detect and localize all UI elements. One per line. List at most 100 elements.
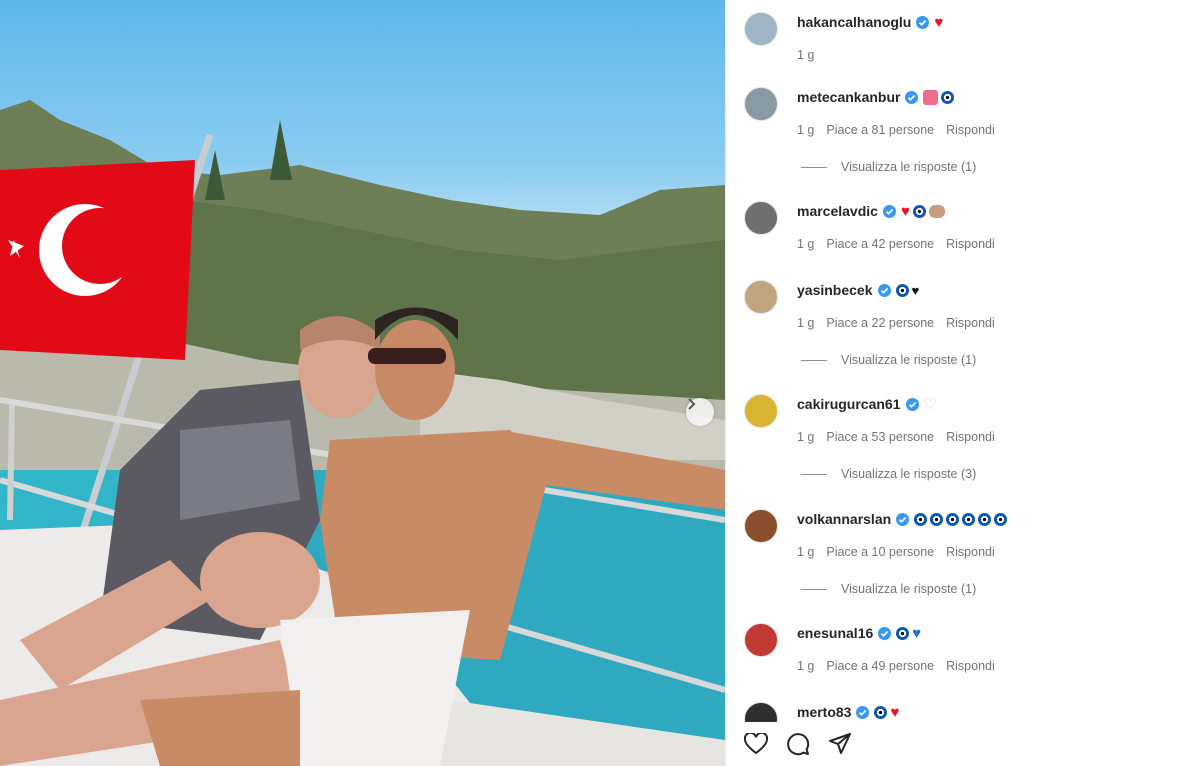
username[interactable]: marcelavdic [797, 203, 878, 219]
view-replies-button[interactable]: Visualizza le risposte (1) [801, 353, 976, 367]
avatar[interactable] [744, 280, 778, 314]
verified-badge-icon [905, 90, 919, 104]
username[interactable]: hakancalhanoglu [797, 14, 911, 30]
username[interactable]: metecankanbur [797, 89, 900, 105]
comment-text: ♥ [896, 626, 921, 641]
likes-count[interactable]: Piace a 81 persone [826, 123, 934, 137]
verified-badge-icon [856, 705, 870, 719]
username[interactable]: yasinbecek [797, 282, 873, 298]
comment-meta: 1 g Piace a 81 persone Rispondi [797, 123, 995, 137]
comment-text: ♡ [924, 397, 937, 412]
post-photo [0, 0, 725, 766]
timestamp[interactable]: 1 g [797, 545, 814, 559]
avatar[interactable] [744, 394, 778, 428]
timestamp[interactable]: 1 g [797, 48, 814, 62]
evil-eye-icon [896, 626, 910, 640]
carousel-next-button[interactable] [686, 398, 714, 426]
comment-icon [787, 733, 810, 756]
timestamp[interactable]: 1 g [797, 430, 814, 444]
reply-button[interactable]: Rispondi [946, 316, 995, 330]
evil-eye-icon [941, 90, 955, 104]
comment-text: ♥ [901, 204, 945, 219]
divider [801, 473, 827, 475]
verified-badge-icon [877, 283, 891, 297]
avatar[interactable] [744, 12, 778, 46]
red-heart-icon: ♥ [934, 13, 944, 31]
comment-line: enesunal16 ♥ [797, 625, 921, 641]
timestamp[interactable]: 1 g [797, 659, 814, 673]
comment-item: metecankanbur 1 g Piace a 81 persone Ris… [744, 87, 1189, 187]
avatar[interactable] [744, 623, 778, 657]
red-heart-icon: ♥ [890, 703, 900, 721]
white-heart-icon: ♡ [923, 395, 937, 413]
avatar[interactable] [744, 201, 778, 235]
caption-meta: 1 g [797, 48, 814, 62]
comment-meta: 1 g Piace a 42 persone Rispondi [797, 237, 995, 251]
comment-item: marcelavdic ♥ 1 g Piace a 42 persone Ris… [744, 201, 1189, 261]
like-button[interactable] [744, 733, 768, 755]
evil-eye-icon [994, 512, 1008, 526]
reply-button[interactable]: Rispondi [946, 237, 995, 251]
black-heart-icon: ♥ [911, 282, 920, 298]
comment-text [923, 89, 955, 105]
caption-text: ♥ [934, 15, 943, 30]
view-replies-button[interactable]: Visualizza le risposte (1) [801, 582, 976, 596]
username[interactable]: cakirugurcan61 [797, 396, 901, 412]
view-replies-label: Visualizza le risposte (1) [841, 353, 977, 367]
comment-line: volkannarslan [797, 511, 1008, 527]
comment-item: merto83 ♥ [744, 702, 1189, 722]
view-replies-label: Visualizza le risposte (3) [841, 467, 977, 481]
divider [801, 166, 827, 168]
reply-button[interactable]: Rispondi [946, 659, 995, 673]
verified-badge-icon [896, 512, 910, 526]
timestamp[interactable]: 1 g [797, 316, 814, 330]
photo-scene [0, 100, 725, 766]
caption-line: hakancalhanoglu ♥ [797, 14, 943, 30]
comment-line: marcelavdic ♥ [797, 203, 945, 219]
evil-eye-icon [914, 512, 928, 526]
likes-count[interactable]: Piace a 53 persone [826, 430, 934, 444]
evil-eye-icon [874, 705, 888, 719]
username[interactable]: merto83 [797, 704, 851, 720]
comments-panel: hakancalhanoglu ♥ 1 g metecankanbur 1 g [725, 0, 1200, 766]
evil-eye-icon [946, 512, 960, 526]
likes-count[interactable]: Piace a 42 persone [826, 237, 934, 251]
post-actions-bar [726, 722, 1200, 766]
evil-eye-icon [930, 512, 944, 526]
red-heart-icon: ♥ [900, 202, 910, 220]
evil-eye-icon [962, 512, 976, 526]
likes-count[interactable]: Piace a 49 persone [826, 659, 934, 673]
avatar[interactable] [744, 87, 778, 121]
likes-count[interactable]: Piace a 10 persone [826, 545, 934, 559]
comment-meta: 1 g Piace a 10 persone Rispondi [797, 545, 995, 559]
comment-text: ♥ [895, 282, 920, 298]
comment-text [914, 512, 1008, 526]
comment-item: volkannarslan 1 g Piace a 10 persone Ris… [744, 509, 1189, 609]
evil-eye-icon [912, 204, 926, 218]
likes-count[interactable]: Piace a 22 persone [826, 316, 934, 330]
heart-ribbon-icon [923, 89, 939, 105]
username[interactable]: enesunal16 [797, 625, 873, 641]
comment-button[interactable] [786, 732, 810, 756]
reply-button[interactable]: Rispondi [946, 430, 995, 444]
timestamp[interactable]: 1 g [797, 123, 814, 137]
comment-item: yasinbecek ♥ 1 g Piace a 22 persone Risp… [744, 280, 1189, 380]
username[interactable]: volkannarslan [797, 511, 891, 527]
reply-button[interactable]: Rispondi [946, 123, 995, 137]
view-replies-button[interactable]: Visualizza le risposte (1) [801, 160, 976, 174]
view-replies-label: Visualizza le risposte (1) [841, 582, 977, 596]
comments-list: hakancalhanoglu ♥ 1 g metecankanbur 1 g [726, 0, 1200, 722]
comment-meta: 1 g Piace a 22 persone Rispondi [797, 316, 995, 330]
chevron-right-icon [688, 398, 696, 410]
post-caption: hakancalhanoglu ♥ 1 g [744, 12, 1189, 72]
share-button[interactable] [828, 732, 852, 756]
avatar[interactable] [744, 702, 778, 722]
view-replies-label: Visualizza le risposte (1) [841, 160, 977, 174]
comment-meta: 1 g Piace a 49 persone Rispondi [797, 659, 995, 673]
evil-eye-icon [978, 512, 992, 526]
avatar[interactable] [744, 509, 778, 543]
reply-button[interactable]: Rispondi [946, 545, 995, 559]
timestamp[interactable]: 1 g [797, 237, 814, 251]
comment-text: ♥ [874, 705, 899, 720]
view-replies-button[interactable]: Visualizza le risposte (3) [801, 467, 976, 481]
